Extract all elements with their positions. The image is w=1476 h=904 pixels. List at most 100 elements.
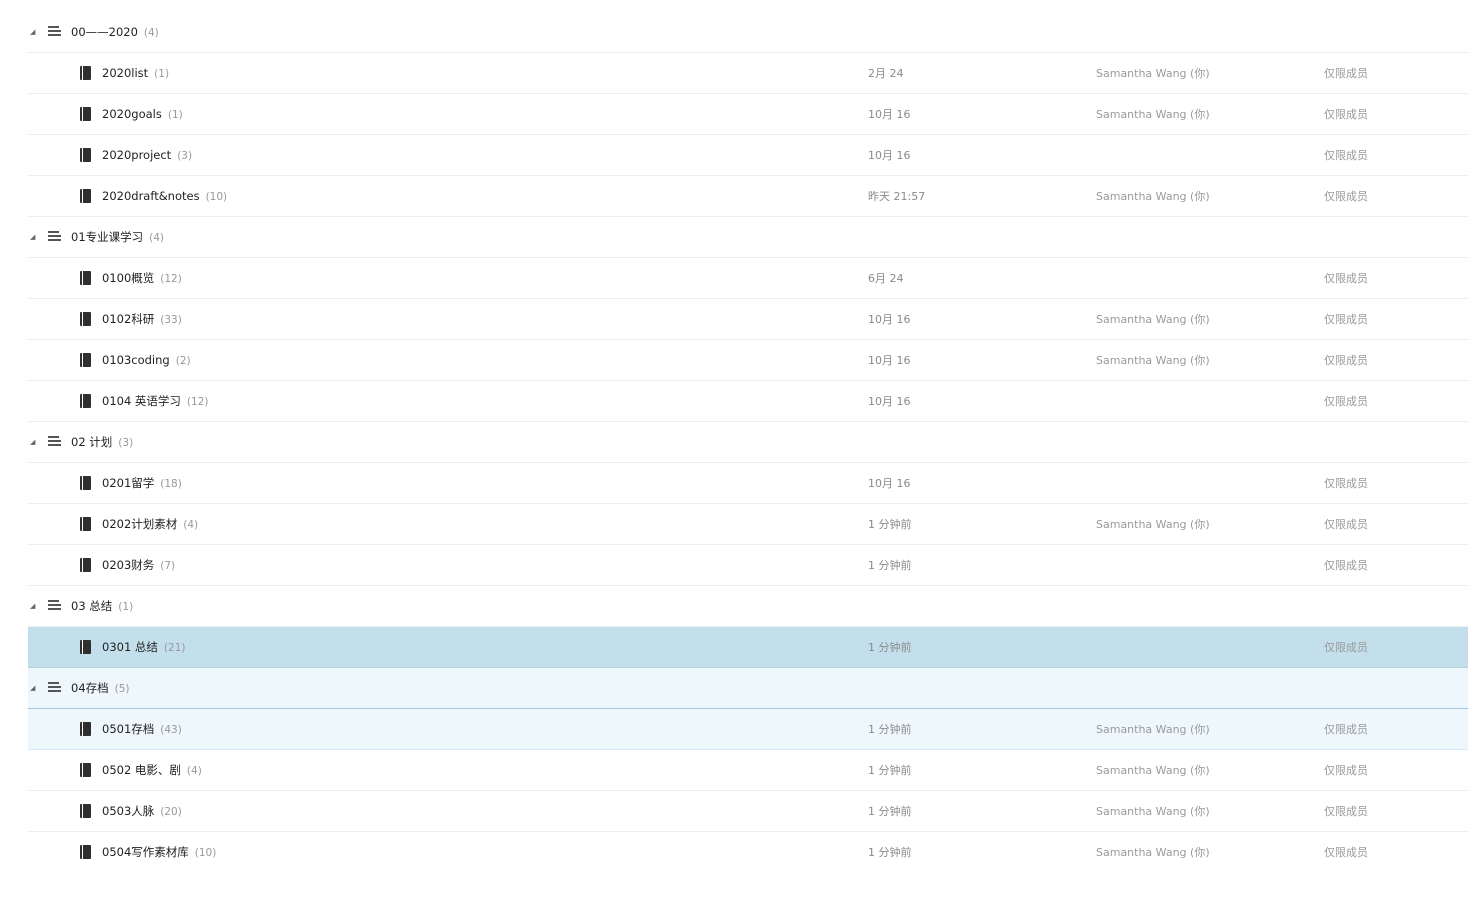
- stack-name: 01专业课学习: [71, 230, 144, 244]
- notebook-row[interactable]: 2020goals (1) 10月 16 Samantha Wang (你) 仅限…: [28, 94, 1468, 135]
- owner: Samantha Wang (你): [1096, 518, 1210, 531]
- updated-date: 1 分钟前: [868, 764, 912, 777]
- owner: Samantha Wang (你): [1096, 723, 1210, 736]
- notebook-icon: [80, 189, 91, 203]
- updated-date: 10月 16: [868, 354, 911, 367]
- share-status: 仅限成员: [1324, 723, 1368, 736]
- notebook-name: 0201留学: [102, 476, 155, 490]
- owner: Samantha Wang (你): [1096, 354, 1210, 367]
- stack-icon: [48, 26, 61, 38]
- share-status: 仅限成员: [1324, 108, 1368, 121]
- share-status: 仅限成员: [1324, 395, 1368, 408]
- stack-row[interactable]: ◢ 04存档 (5): [28, 668, 1468, 709]
- notebook-list: ◢ 00——2020 (4) 2020list (1) 2月 24 Samantha…: [28, 12, 1468, 873]
- notebook-count: (12): [160, 273, 182, 285]
- stack-name: 04存档: [71, 681, 109, 695]
- notebook-count: (43): [160, 724, 182, 736]
- notebook-count: (33): [160, 314, 182, 326]
- notebook-icon: [80, 804, 91, 818]
- share-status: 仅限成员: [1324, 518, 1368, 531]
- stack-count: (1): [118, 601, 134, 613]
- notebook-row[interactable]: 0504写作素材库 (10) 1 分钟前 Samantha Wang (你) 仅限…: [28, 832, 1468, 873]
- notebook-row[interactable]: 2020draft&notes (10) 昨天 21:57 Samantha Wa…: [28, 176, 1468, 217]
- stack-row[interactable]: ◢ 01专业课学习 (4): [28, 217, 1468, 258]
- updated-date: 2月 24: [868, 67, 904, 80]
- notebook-icon: [80, 476, 91, 490]
- notebook-row[interactable]: 0103coding (2) 10月 16 Samantha Wang (你) 仅…: [28, 340, 1468, 381]
- stack-icon: [48, 436, 61, 448]
- updated-date: 10月 16: [868, 477, 911, 490]
- stack-icon: [48, 682, 61, 694]
- notebook-row[interactable]: 2020list (1) 2月 24 Samantha Wang (你) 仅限成员: [28, 53, 1468, 94]
- owner: Samantha Wang (你): [1096, 67, 1210, 80]
- notebook-row[interactable]: 0502 电影、剧 (4) 1 分钟前 Samantha Wang (你) 仅限成…: [28, 750, 1468, 791]
- share-status: 仅限成员: [1324, 354, 1368, 367]
- notebook-name: 0100概览: [102, 271, 155, 285]
- stack-count: (3): [118, 437, 134, 449]
- notebook-name: 0104 英语学习: [102, 394, 181, 408]
- notebook-icon: [80, 763, 91, 777]
- share-status: 仅限成员: [1324, 190, 1368, 203]
- notebook-row[interactable]: 2020project (3) 10月 16 仅限成员: [28, 135, 1468, 176]
- notebook-row[interactable]: 0202计划素材 (4) 1 分钟前 Samantha Wang (你) 仅限成员: [28, 504, 1468, 545]
- caret-down-icon[interactable]: ◢: [30, 668, 35, 709]
- stack-row[interactable]: ◢ 03 总结 (1): [28, 586, 1468, 627]
- notebook-row-selected[interactable]: 0301 总结 (21) 1 分钟前 仅限成员: [28, 627, 1468, 668]
- notebook-row[interactable]: 0102科研 (33) 10月 16 Samantha Wang (你) 仅限成员: [28, 299, 1468, 340]
- share-status: 仅限成员: [1324, 67, 1368, 80]
- notebook-icon: [80, 271, 91, 285]
- notebook-name: 0102科研: [102, 312, 155, 326]
- notebook-icon: [80, 148, 91, 162]
- notebook-name: 0501存档: [102, 722, 155, 736]
- updated-date: 1 分钟前: [868, 805, 912, 818]
- notebook-name: 2020list: [102, 66, 149, 80]
- stack-row[interactable]: ◢ 00——2020 (4): [28, 12, 1468, 53]
- share-status: 仅限成员: [1324, 477, 1368, 490]
- notebook-name: 2020goals: [102, 107, 162, 121]
- notebook-row[interactable]: 0100概览 (12) 6月 24 仅限成员: [28, 258, 1468, 299]
- notebook-count: (21): [163, 642, 186, 654]
- stack-count: (4): [143, 27, 159, 39]
- caret-down-icon[interactable]: ◢: [30, 217, 35, 258]
- stack-row[interactable]: ◢ 02 计划 (3): [28, 422, 1468, 463]
- notebook-row[interactable]: 0104 英语学习 (12) 10月 16 仅限成员: [28, 381, 1468, 422]
- stack-count: (4): [149, 232, 165, 244]
- owner: Samantha Wang (你): [1096, 805, 1210, 818]
- stack-name: 00——2020: [71, 25, 138, 39]
- updated-date: 1 分钟前: [868, 518, 912, 531]
- share-status: 仅限成员: [1324, 559, 1368, 572]
- notebook-name: 0503人脉: [102, 804, 155, 818]
- updated-date: 10月 16: [868, 313, 911, 326]
- share-status: 仅限成员: [1324, 149, 1368, 162]
- owner: Samantha Wang (你): [1096, 108, 1210, 121]
- notebook-name: 2020project: [102, 148, 172, 162]
- notebook-icon: [80, 640, 91, 654]
- stack-icon: [48, 600, 61, 612]
- updated-date: 1 分钟前: [868, 641, 912, 654]
- owner: Samantha Wang (你): [1096, 764, 1210, 777]
- caret-down-icon[interactable]: ◢: [30, 12, 35, 53]
- notebook-row[interactable]: 0501存档 (43) 1 分钟前 Samantha Wang (你) 仅限成员: [28, 709, 1468, 750]
- notebook-row[interactable]: 0201留学 (18) 10月 16 仅限成员: [28, 463, 1468, 504]
- notebook-name: 0504写作素材库: [102, 845, 189, 859]
- updated-date: 1 分钟前: [868, 723, 912, 736]
- updated-date: 昨天 21:57: [868, 190, 926, 203]
- caret-down-icon[interactable]: ◢: [30, 422, 35, 463]
- share-status: 仅限成员: [1324, 846, 1368, 859]
- notebook-row[interactable]: 0503人脉 (20) 1 分钟前 Samantha Wang (你) 仅限成员: [28, 791, 1468, 832]
- notebook-count: (2): [175, 355, 191, 367]
- stack-icon: [48, 231, 61, 243]
- notebook-count: (18): [160, 478, 182, 490]
- caret-down-icon[interactable]: ◢: [30, 586, 35, 627]
- notebook-icon: [80, 394, 91, 408]
- notebook-count: (4): [183, 519, 199, 531]
- notebook-count: (1): [154, 68, 170, 80]
- share-status: 仅限成员: [1324, 805, 1368, 818]
- notebook-count: (3): [177, 150, 193, 162]
- updated-date: 10月 16: [868, 108, 911, 121]
- notebook-icon: [80, 558, 91, 572]
- notebook-row[interactable]: 0203财务 (7) 1 分钟前 仅限成员: [28, 545, 1468, 586]
- notebook-name: 0301 总结: [102, 640, 158, 654]
- notebook-name: 0502 电影、剧: [102, 763, 181, 777]
- notebook-name: 0103coding: [102, 353, 170, 367]
